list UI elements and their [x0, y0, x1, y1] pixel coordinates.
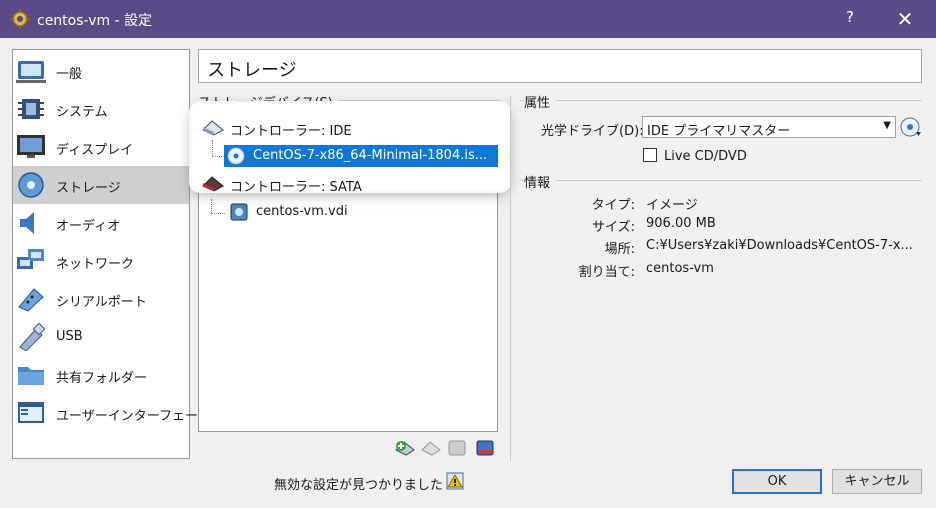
audio-icon — [16, 209, 46, 237]
live-cd-checkbox[interactable] — [643, 148, 657, 162]
close-button[interactable]: ✕ — [890, 6, 920, 32]
info-type-value: イメージ — [646, 198, 698, 213]
optical-drive-select[interactable]: IDE プライマリマスター ▼ — [642, 116, 896, 139]
sidebar-item-general[interactable]: 一般 — [13, 52, 189, 90]
ide-controller-icon — [202, 118, 224, 136]
info-label: 情報 — [524, 172, 557, 191]
attributes-divider — [520, 100, 922, 101]
tree-connector — [211, 199, 212, 213]
shared-folder-icon — [16, 361, 46, 389]
tree-connector — [212, 140, 213, 156]
info-size-value: 906.00 MB — [646, 216, 716, 231]
window-title: centos-vm - 設定 — [37, 13, 153, 29]
cancel-button[interactable]: キャンセル — [832, 469, 922, 494]
warning-icon[interactable] — [446, 472, 464, 490]
sidebar-item-system[interactable]: システム — [13, 90, 189, 128]
info-location-value: C:¥Users¥zaki¥Downloads¥CentOS-7-x... — [646, 238, 913, 253]
tree-row-sata-disk[interactable]: centos-vm.vdi — [227, 201, 467, 223]
display-icon — [16, 133, 46, 161]
system-icon — [16, 95, 46, 123]
sidebar-item-shared-folder[interactable]: 共有フォルダー — [13, 356, 189, 394]
sata-controller-icon — [202, 174, 224, 192]
sidebar-item-serial-port[interactable]: シリアルポート — [13, 280, 189, 318]
tree-connector — [211, 213, 225, 214]
storage-icon — [16, 171, 46, 199]
live-cd-label: Live CD/DVD — [664, 149, 747, 164]
add-controller-button[interactable] — [394, 438, 416, 458]
ok-button[interactable]: OK — [732, 469, 822, 494]
general-icon — [16, 57, 46, 85]
info-divider — [520, 180, 922, 181]
virtualbox-settings-icon — [10, 9, 30, 29]
remove-attachment-button[interactable] — [474, 438, 496, 458]
page-title: ストレージ — [198, 49, 922, 83]
usb-icon — [16, 322, 46, 352]
settings-sidebar: 一般 システム ディスプレイ ストレージ オーディオ ネットワーク シリアルポー… — [12, 49, 210, 459]
sidebar-item-audio[interactable]: オーディオ — [13, 204, 189, 242]
info-size-key: サイズ: — [592, 220, 635, 235]
vertical-separator — [510, 96, 511, 461]
tree-connector — [212, 156, 222, 157]
chevron-down-icon: ▼ — [883, 120, 891, 131]
info-attached-value: centos-vm — [646, 261, 714, 276]
highlight-callout: コントローラー: IDE CentOS-7-x86_64-Minimal-180… — [192, 104, 508, 195]
hard-disk-icon — [229, 203, 249, 221]
info-attached-key: 割り当て: — [578, 265, 635, 280]
attributes-label: 属性 — [524, 92, 557, 111]
info-type-key: タイプ: — [591, 198, 635, 213]
network-icon — [16, 247, 46, 275]
sidebar-item-storage[interactable]: ストレージ — [13, 166, 189, 204]
sidebar-item-display[interactable]: ディスプレイ — [13, 128, 189, 166]
sidebar-item-network[interactable]: ネットワーク — [13, 242, 189, 280]
tree-row-sata-controller[interactable]: コントローラー: SATA — [202, 174, 402, 195]
sidebar-item-usb[interactable]: USB — [13, 318, 189, 356]
user-interface-icon — [16, 399, 46, 427]
title-bar: centos-vm - 設定 ? ✕ — [0, 0, 936, 38]
serial-port-icon — [16, 285, 46, 313]
remove-controller-button[interactable] — [420, 438, 442, 458]
help-button[interactable]: ? — [838, 8, 862, 30]
invalid-settings-warning: 無効な設定が見つかりました — [274, 478, 444, 493]
choose-disk-button[interactable] — [900, 116, 922, 138]
tree-row-ide-optical[interactable]: CentOS-7-x86_64-Minimal-1804.is... — [224, 145, 498, 167]
tree-row-ide-controller[interactable]: コントローラー: IDE — [202, 118, 402, 139]
add-attachment-button[interactable] — [446, 438, 468, 458]
sidebar-item-user-interface[interactable]: ユーザーインターフェース — [13, 394, 210, 432]
optical-disc-icon — [226, 147, 246, 165]
info-location-key: 場所: — [604, 242, 635, 257]
optical-drive-label: 光学ドライブ(D): — [541, 124, 644, 139]
